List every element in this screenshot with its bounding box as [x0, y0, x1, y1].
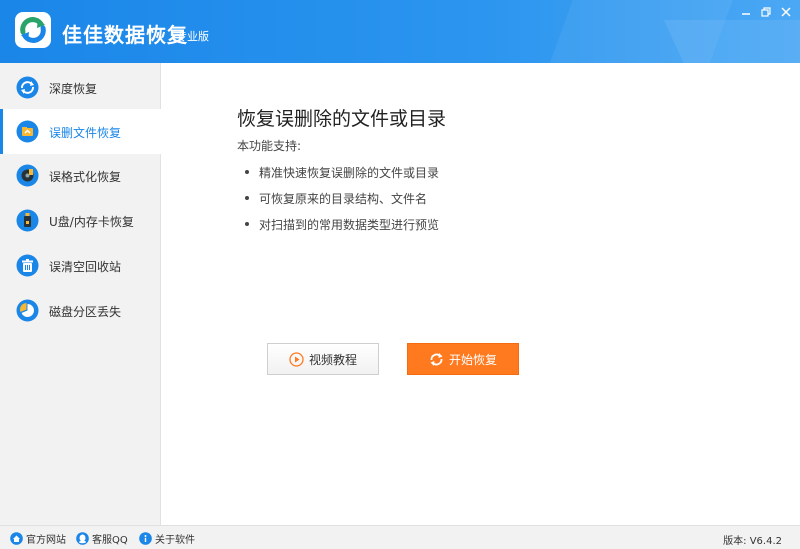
home-icon — [10, 532, 23, 545]
refresh-icon — [430, 352, 443, 366]
sidebar-item-label: 深度恢复 — [49, 82, 98, 96]
support-title: 本功能支持: — [237, 139, 302, 153]
usb-drive-icon — [16, 209, 39, 232]
feature-text: 可恢复原来的目录结构、文件名 — [259, 192, 428, 206]
start-recovery-label: 开始恢复 — [448, 352, 497, 367]
bullet-icon — [245, 195, 249, 200]
maximize-button[interactable] — [758, 5, 774, 19]
close-icon — [781, 7, 791, 17]
sidebar-item-label: 误删文件恢复 — [49, 126, 122, 140]
video-tutorial-label: 视频教程 — [308, 352, 357, 367]
feature-text: 对扫描到的常用数据类型进行预览 — [259, 218, 440, 232]
recycle-bin-icon — [16, 254, 39, 277]
sidebar-item-label: 误清空回收站 — [49, 260, 122, 274]
sidebar-item-label: 误格式化恢复 — [49, 170, 122, 184]
version-label: 版本: V6.4.2 — [723, 536, 782, 547]
sidebar-item-label: 磁盘分区丢失 — [49, 305, 122, 319]
sidebar-item-deep-recovery[interactable]: 深度恢复 — [0, 65, 161, 110]
sidebar-item-format-recovery[interactable]: 误格式化恢复 — [0, 153, 161, 198]
sidebar-item-usb-recovery[interactable]: U盘/内存卡恢复 — [0, 198, 161, 243]
feature-item: 精准快速恢复误删除的文件或目录 — [245, 164, 439, 181]
restore-icon — [761, 7, 771, 17]
status-bar: 官方网站 客服QQ 关于软件 版本: V6.4.2 — [0, 525, 800, 549]
video-tutorial-button[interactable]: 视频教程 — [267, 343, 379, 375]
about-link[interactable]: 关于软件 — [139, 531, 195, 546]
title-bar: 佳佳数据恢复 专业版 — [0, 0, 800, 63]
website-label: 官方网站 — [26, 535, 66, 546]
folder-restore-icon — [16, 120, 39, 143]
app-edition: 专业版 — [176, 30, 209, 43]
support-qq-link[interactable]: 客服QQ — [76, 531, 128, 546]
sidebar-item-deleted-file-recovery[interactable]: 误删文件恢复 — [0, 109, 161, 154]
qq-icon — [76, 532, 89, 545]
sidebar-item-partition-recovery[interactable]: 磁盘分区丢失 — [0, 288, 161, 333]
support-qq-label: 客服QQ — [92, 535, 128, 546]
sidebar: 深度恢复 误删文件恢复 误格式化恢复 U盘/内存卡恢复 误清空回收站 磁盘分区丢… — [0, 63, 161, 525]
disk-icon — [16, 164, 39, 187]
page-title: 恢复误删除的文件或目录 — [237, 108, 447, 130]
website-link[interactable]: 官方网站 — [10, 531, 66, 546]
sidebar-item-label: U盘/内存卡恢复 — [49, 215, 134, 229]
minimize-icon — [742, 13, 750, 15]
about-label: 关于软件 — [155, 535, 195, 546]
feature-text: 精准快速恢复误删除的文件或目录 — [259, 166, 440, 180]
feature-item: 可恢复原来的目录结构、文件名 — [245, 190, 427, 207]
refresh-icon — [16, 76, 39, 99]
feature-item: 对扫描到的常用数据类型进行预览 — [245, 216, 439, 233]
pie-partition-icon — [16, 299, 39, 322]
app-title: 佳佳数据恢复 — [62, 23, 188, 47]
info-icon — [139, 532, 152, 545]
bullet-icon — [245, 221, 249, 226]
minimize-button[interactable] — [738, 5, 754, 19]
close-button[interactable] — [778, 5, 794, 19]
start-recovery-button[interactable]: 开始恢复 — [407, 343, 519, 375]
sidebar-item-recycle-bin-recovery[interactable]: 误清空回收站 — [0, 243, 161, 288]
title-decoration — [663, 20, 800, 63]
app-logo-icon — [15, 12, 51, 48]
play-icon — [289, 351, 304, 367]
bullet-icon — [245, 169, 249, 174]
